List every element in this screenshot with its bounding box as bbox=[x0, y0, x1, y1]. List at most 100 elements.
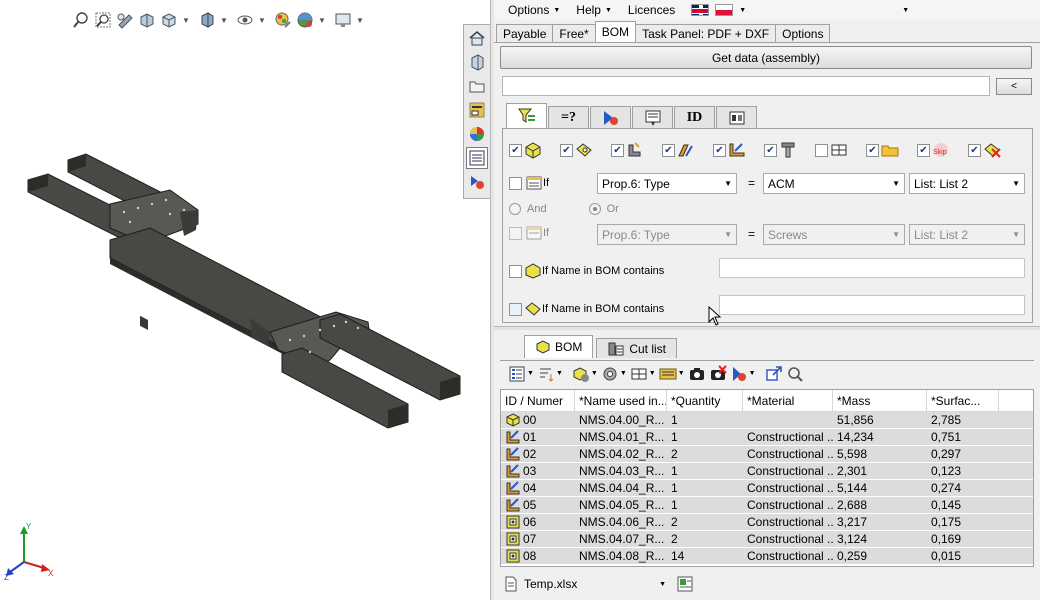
display-style-icon[interactable] bbox=[198, 11, 216, 29]
open-excel-button[interactable] bbox=[676, 574, 694, 594]
apply-scene-icon[interactable] bbox=[296, 11, 314, 29]
table-row[interactable]: 04 NMS.04.04_R... 1 Constructional ... 5,144… bbox=[501, 480, 1033, 497]
language-selector[interactable]: ▼ bbox=[691, 4, 746, 16]
screenshot-delete-button[interactable] bbox=[709, 364, 727, 384]
tab-task-panel[interactable]: Task Panel: PDF + DXF bbox=[635, 24, 777, 42]
folder-filter-checkbox[interactable] bbox=[866, 143, 879, 157]
hide-show-dropdown-icon[interactable]: ▼ bbox=[258, 16, 266, 25]
licences-menu[interactable]: Licences bbox=[628, 3, 675, 17]
file-explorer-icon[interactable] bbox=[466, 99, 488, 121]
tab-cut-list[interactable]: Cut list bbox=[596, 338, 678, 358]
tab-bom[interactable]: BOM bbox=[594, 21, 637, 42]
appearance-icon[interactable] bbox=[466, 123, 488, 145]
tab-id[interactable]: ID bbox=[674, 106, 715, 128]
tab-free[interactable]: Free* bbox=[552, 24, 596, 42]
config-filter-menu[interactable]: ▼ bbox=[730, 364, 756, 384]
column-header-material[interactable]: *Material bbox=[743, 390, 833, 412]
condition-1-checkbox[interactable] bbox=[509, 176, 522, 190]
table-row[interactable]: 08 NMS.04.08_R... 14 Constructional ... 0,25… bbox=[501, 548, 1033, 565]
name-filter-1-checkbox[interactable] bbox=[509, 264, 522, 278]
apply-scene-dropdown-icon[interactable]: ▼ bbox=[318, 16, 326, 25]
properties-list-icon[interactable] bbox=[466, 147, 488, 169]
parts-icon[interactable] bbox=[466, 51, 488, 73]
condition-2-value-select[interactable]: Screws ▼ bbox=[763, 224, 905, 245]
assembly-filter-checkbox[interactable] bbox=[509, 143, 522, 157]
table-row[interactable]: 05 NMS.04.05_R... 1 Constructional ... 2,688… bbox=[501, 497, 1033, 514]
toolbar-overflow-icon[interactable]: ▼ bbox=[902, 7, 909, 14]
cut-list-filter-checkbox[interactable] bbox=[713, 143, 726, 157]
name-filter-2-input[interactable] bbox=[719, 295, 1025, 315]
condition-1-value-select[interactable]: ACM ▼ bbox=[763, 173, 905, 194]
graphics-viewport[interactable]: ▼ ▼ ▼ ▼ ▼ Y X Z bbox=[0, 0, 490, 600]
excel-icon bbox=[677, 576, 693, 592]
table-row[interactable]: 03 NMS.04.03_R... 1 Constructional ... 2,301… bbox=[501, 463, 1033, 480]
table-filter-checkbox[interactable] bbox=[815, 143, 828, 157]
tab-options[interactable]: Options bbox=[775, 24, 831, 42]
folder-icon[interactable] bbox=[466, 75, 488, 97]
config-menu[interactable]: ▼ bbox=[601, 364, 627, 384]
tab-export[interactable] bbox=[632, 106, 673, 128]
and-radio[interactable] bbox=[509, 203, 521, 215]
view-menu[interactable]: ▼ bbox=[630, 364, 656, 384]
horizontal-splitter[interactable] bbox=[494, 326, 1040, 330]
condition-2-checkbox[interactable] bbox=[509, 226, 522, 240]
part-filter-checkbox[interactable] bbox=[560, 143, 573, 157]
tab-settings[interactable] bbox=[716, 106, 757, 128]
table-row[interactable]: 07 NMS.04.07_R... 2 Constructional ... 3,124… bbox=[501, 531, 1033, 548]
previous-view-icon[interactable] bbox=[116, 11, 134, 29]
back-button[interactable]: < bbox=[996, 78, 1032, 95]
view-orientation-dropdown-icon[interactable]: ▼ bbox=[182, 16, 190, 25]
table-row[interactable]: 01 NMS.04.01_R... 1 Constructional ... 14,23… bbox=[501, 429, 1033, 446]
tab-config[interactable] bbox=[590, 106, 631, 128]
tab-bom-list[interactable]: BOM bbox=[524, 335, 594, 358]
condition-2-property-select[interactable]: Prop.6: Type ▼ bbox=[597, 224, 737, 245]
tab-compare[interactable]: =? bbox=[548, 106, 589, 128]
column-header-mass[interactable]: *Mass bbox=[833, 390, 927, 412]
table-row[interactable]: 02 NMS.04.02_R... 2 Constructional ... 5,598… bbox=[501, 446, 1033, 463]
structural-member-filter-checkbox[interactable] bbox=[662, 143, 675, 157]
column-header-name[interactable]: *Name used in... bbox=[575, 390, 667, 412]
condition-1-property-select[interactable]: Prop.6: Type ▼ bbox=[597, 173, 737, 194]
chevron-down-icon: ▼ bbox=[659, 580, 666, 588]
path-input[interactable] bbox=[502, 76, 990, 96]
addin-icon[interactable] bbox=[466, 171, 488, 193]
view-settings-icon[interactable] bbox=[334, 11, 352, 29]
view-orientation-icon[interactable] bbox=[160, 11, 178, 29]
tab-filter[interactable] bbox=[506, 103, 547, 128]
table-row[interactable]: 00 NMS.04.00_R... 1 51,856 2,785 bbox=[501, 412, 1033, 429]
get-data-button[interactable]: Get data (assembly) bbox=[500, 46, 1032, 69]
table-row[interactable]: 06 NMS.04.06_R... 2 Constructional ... 3,217… bbox=[501, 514, 1033, 531]
excluded-filter-checkbox[interactable] bbox=[968, 143, 981, 157]
display-style-dropdown-icon[interactable]: ▼ bbox=[220, 16, 228, 25]
screenshot-button[interactable] bbox=[688, 364, 706, 384]
sort-menu[interactable]: ▼ bbox=[537, 364, 563, 384]
edit-appearance-icon[interactable] bbox=[274, 11, 292, 29]
home-icon[interactable] bbox=[466, 27, 488, 49]
output-file-select[interactable]: Temp.xlsx ▼ bbox=[500, 574, 670, 594]
column-header-surface[interactable]: *Surfac... bbox=[927, 390, 999, 412]
zoom-to-fit-icon[interactable] bbox=[72, 11, 90, 29]
weldment-frame-model[interactable] bbox=[20, 150, 470, 440]
view-settings-dropdown-icon[interactable]: ▼ bbox=[356, 16, 364, 25]
column-header-quantity[interactable]: *Quantity bbox=[667, 390, 743, 412]
condition-1-list-select[interactable]: List: List 2 ▼ bbox=[909, 173, 1025, 194]
help-menu[interactable]: Help ▼ bbox=[576, 3, 612, 17]
options-menu[interactable]: Options ▼ bbox=[508, 3, 560, 17]
or-radio[interactable] bbox=[588, 203, 601, 215]
column-header-id[interactable]: ID / Numer bbox=[501, 390, 575, 412]
export-menu[interactable]: ▼ bbox=[659, 364, 685, 384]
search-button[interactable] bbox=[786, 364, 804, 384]
name-filter-1-input[interactable] bbox=[719, 258, 1025, 278]
tab-payable[interactable]: Payable bbox=[496, 24, 554, 42]
section-view-icon[interactable] bbox=[138, 11, 156, 29]
structure-menu[interactable]: ▼ bbox=[572, 364, 598, 384]
hide-show-icon[interactable] bbox=[236, 11, 254, 29]
skip-filter-checkbox[interactable] bbox=[917, 143, 930, 157]
name-filter-2-checkbox[interactable] bbox=[509, 302, 522, 316]
open-window-button[interactable] bbox=[765, 364, 783, 384]
columns-menu[interactable]: ▼ bbox=[508, 364, 534, 384]
zoom-to-area-icon[interactable] bbox=[94, 11, 112, 29]
hardware-filter-checkbox[interactable] bbox=[764, 143, 777, 157]
weldment-filter-checkbox[interactable] bbox=[611, 143, 624, 157]
condition-2-list-select[interactable]: List: List 2 ▼ bbox=[909, 224, 1025, 245]
